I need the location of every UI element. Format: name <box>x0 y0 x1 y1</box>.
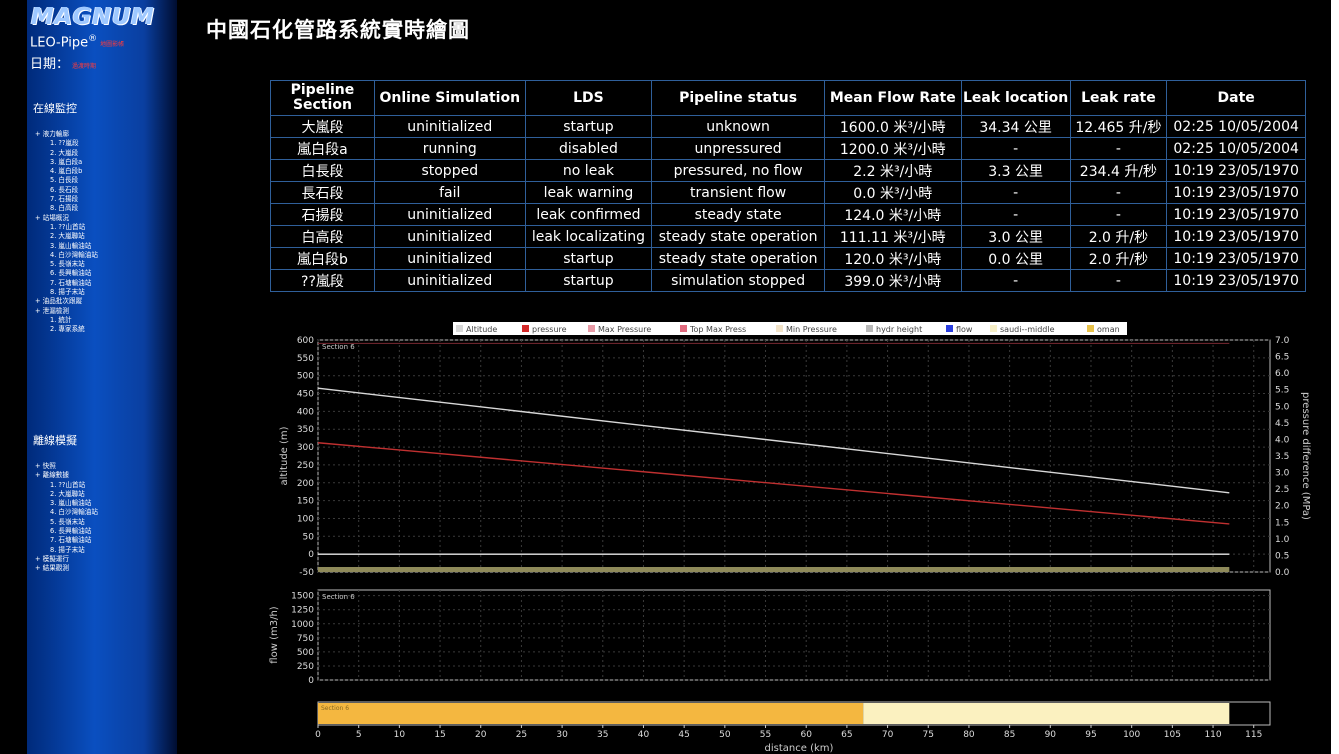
legend-label: flow <box>956 325 973 334</box>
panel-label: Section 6 <box>322 343 355 351</box>
legend-swatch <box>776 325 783 332</box>
legend-label: pressure <box>532 325 567 334</box>
y-tick-label: 450 <box>297 390 314 400</box>
y2-tick-label: 2.0 <box>1275 502 1290 512</box>
x-tick-label: 100 <box>1123 730 1140 740</box>
legend-label: saudi--middle <box>1000 325 1055 334</box>
y2-tick-label: 1.5 <box>1275 518 1289 528</box>
x-tick-label: 40 <box>638 730 650 740</box>
legend-swatch <box>588 325 595 332</box>
y2-tick-label: 1.0 <box>1275 535 1290 545</box>
x-tick-label: 115 <box>1245 730 1262 740</box>
y2-tick-label: 3.5 <box>1275 452 1289 462</box>
y-tick-label: 600 <box>297 336 314 346</box>
y2-tick-label: 2.5 <box>1275 485 1289 495</box>
legend-swatch <box>946 325 953 332</box>
x-tick-label: 25 <box>516 730 527 740</box>
pipeline-charts: Altitude pressure Max Pressure Top Max Pres… <box>269 322 1311 754</box>
y-axis-label: flow (m3/h) <box>269 606 280 663</box>
y-tick-label: 100 <box>297 514 314 524</box>
y-tick-label: 1000 <box>291 620 314 630</box>
x-tick-label: 20 <box>475 730 487 740</box>
y-tick-label: -50 <box>299 568 314 578</box>
x-tick-label: 60 <box>800 730 812 740</box>
y-tick-label: 150 <box>297 497 314 507</box>
x-tick-label: 95 <box>1085 730 1096 740</box>
y-tick-label: 250 <box>297 461 314 471</box>
legend-swatch <box>680 325 687 332</box>
legend-swatch <box>866 325 873 332</box>
x-axis-label: distance (km) <box>765 743 834 754</box>
y2-tick-label: 0.5 <box>1275 551 1289 561</box>
batch-segment-oman <box>318 703 864 724</box>
legend-swatch <box>522 325 529 332</box>
legend-label: hydr height <box>876 325 922 334</box>
app-window: MAGNUM LEO-Pipe®地圖影帳 日期：過渡時期 在線監控 液力輪廓1.… <box>0 0 1331 754</box>
y-tick-label: 500 <box>297 372 314 382</box>
x-tick-label: 15 <box>434 730 445 740</box>
x-tick-label: 5 <box>356 730 362 740</box>
y-tick-label: 0 <box>308 550 314 560</box>
legend-swatch <box>990 325 997 332</box>
y-tick-label: 0 <box>308 676 314 686</box>
y-tick-label: 500 <box>297 648 314 658</box>
panel-label: Section 6 <box>322 593 355 601</box>
x-tick-label: 55 <box>760 730 771 740</box>
y2-tick-label: 6.0 <box>1275 369 1290 379</box>
y-tick-label: 1250 <box>291 606 314 616</box>
x-tick-label: 85 <box>1004 730 1015 740</box>
y-tick-label: 350 <box>297 425 314 435</box>
legend-label: Min Pressure <box>786 325 837 334</box>
y-tick-label: 300 <box>297 443 314 453</box>
x-tick-label: 10 <box>394 730 406 740</box>
y2-tick-label: 5.0 <box>1275 402 1290 412</box>
legend-swatch <box>1087 325 1094 332</box>
y-tick-label: 250 <box>297 662 314 672</box>
y-tick-label: 750 <box>297 634 314 644</box>
x-tick-label: 105 <box>1164 730 1181 740</box>
x-tick-label: 45 <box>678 730 689 740</box>
panel-label: Section 6 <box>321 705 349 712</box>
x-tick-label: 0 <box>315 730 321 740</box>
y-tick-label: 550 <box>297 354 314 364</box>
legend-label: oman <box>1097 325 1120 334</box>
y2-tick-label: 5.5 <box>1275 386 1289 396</box>
legend-label: Top Max Press <box>689 325 746 334</box>
y2-tick-label: 7.0 <box>1275 336 1290 346</box>
legend-label: Max Pressure <box>598 325 651 334</box>
x-tick-label: 35 <box>597 730 608 740</box>
y2-tick-label: 3.0 <box>1275 469 1290 479</box>
y-tick-label: 200 <box>297 479 314 489</box>
y2-tick-label: 0.0 <box>1275 568 1290 578</box>
x-tick-label: 80 <box>963 730 975 740</box>
y-tick-label: 1500 <box>291 592 314 602</box>
y-tick-label: 400 <box>297 407 314 417</box>
x-tick-label: 65 <box>841 730 852 740</box>
batch-segment-saudi-middle <box>863 703 1230 724</box>
x-tick-label: 70 <box>882 730 894 740</box>
x-tick-label: 75 <box>923 730 934 740</box>
x-tick-label: 90 <box>1045 730 1057 740</box>
x-tick-label: 50 <box>719 730 731 740</box>
y-tick-label: 50 <box>303 532 315 542</box>
y-axis-label: altitude (m) <box>279 426 290 485</box>
flow-plot-frame <box>317 589 1271 681</box>
y2-tick-label: 6.5 <box>1275 353 1289 363</box>
y2-tick-label: 4.5 <box>1275 419 1289 429</box>
legend-label: Altitude <box>466 325 497 334</box>
x-tick-label: 30 <box>556 730 568 740</box>
legend-swatch <box>456 325 463 332</box>
y2-axis-label: pressure difference (MPa) <box>1300 392 1311 520</box>
y2-tick-label: 4.0 <box>1275 435 1290 445</box>
x-tick-label: 110 <box>1204 730 1221 740</box>
oman-band <box>318 567 1230 572</box>
